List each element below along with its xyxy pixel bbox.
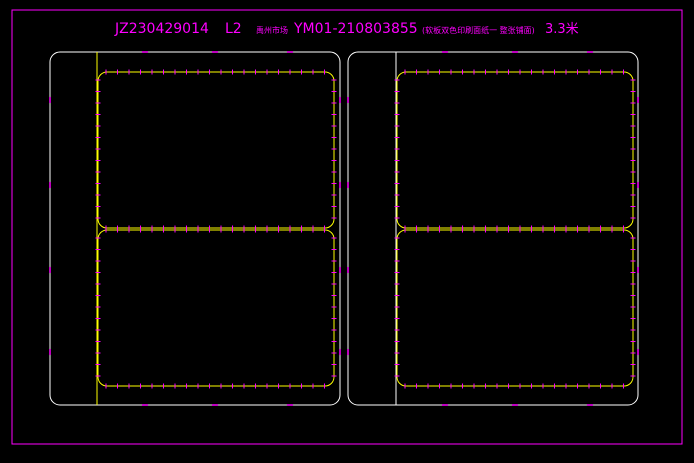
- cad-drawing-canvas: JZ230429014 L2 禹州市场 YM01-210803855 (软板双色…: [0, 0, 694, 463]
- title-code: JZ230429014: [114, 21, 209, 37]
- perforation-ticks: [95, 69, 636, 389]
- cavity-top-right: [396, 71, 634, 229]
- title-level: L2: [225, 21, 242, 37]
- cavity-bottom-right: [396, 229, 634, 387]
- title-desc: (软板双色印刷面纸一 整张铺面): [422, 25, 535, 35]
- cavity-top-left: [97, 71, 335, 229]
- title-size: 3.3米: [545, 22, 579, 37]
- cavity-bottom-left: [97, 229, 335, 387]
- title-customer: 禹州市场: [256, 25, 288, 35]
- title-model: YM01-210803855: [293, 21, 418, 37]
- drawing-frame: [11, 9, 683, 445]
- title-line: JZ230429014 L2 禹州市场 YM01-210803855 (软板双色…: [114, 18, 579, 37]
- die-layout-drawing: JZ230429014 L2 禹州市场 YM01-210803855 (软板双色…: [11, 9, 683, 445]
